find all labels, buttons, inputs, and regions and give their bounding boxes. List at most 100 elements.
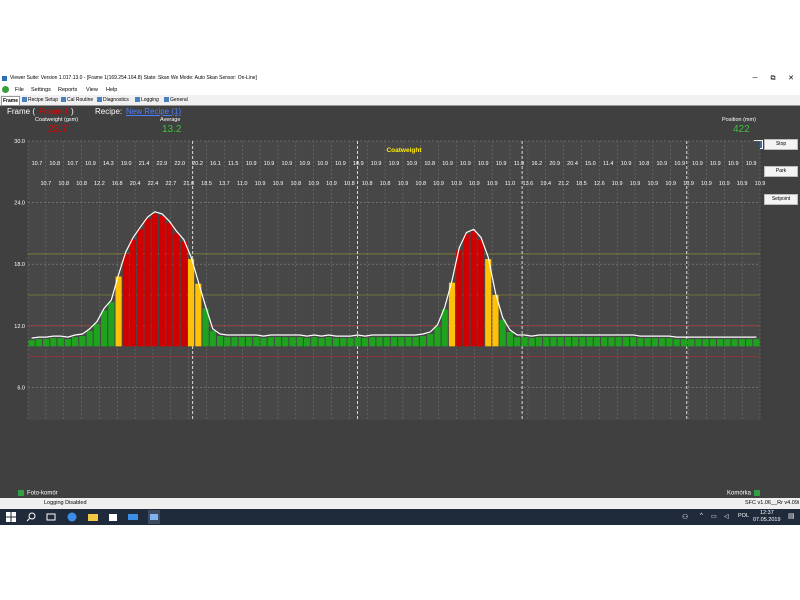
bar [332, 338, 340, 347]
bar [477, 239, 485, 347]
bar [521, 337, 528, 347]
bar [311, 337, 318, 347]
bar [289, 337, 296, 347]
coatweight-chart: 30.024.018.012.06.00.01836547210.710.810… [14, 139, 765, 420]
zone-value-row2: 10.9 [683, 181, 694, 187]
file-explorer-icon[interactable] [88, 512, 98, 522]
zone-value-row2: 10.9 [648, 181, 659, 187]
bar [651, 338, 658, 347]
zone-value-row2: 10.9 [308, 181, 319, 187]
volume-icon[interactable]: ◁ [724, 513, 729, 520]
bar [245, 337, 253, 347]
bar [485, 259, 492, 347]
bar [122, 253, 129, 347]
bar [253, 337, 260, 347]
bar [528, 338, 535, 347]
zone-value-row2: 10.9 [273, 181, 284, 187]
bar [506, 331, 514, 347]
bar [702, 339, 709, 347]
zone-value-row2: 10.9 [433, 181, 444, 187]
zone-value-row2: 10.8 [362, 181, 373, 187]
zone-value-row1: 10.9 [246, 161, 257, 167]
search-icon[interactable] [26, 512, 36, 522]
zone-value-row1: 10.9 [389, 161, 400, 167]
windows-start-icon[interactable] [6, 512, 16, 522]
clock-date[interactable]: 07.05.2019 [753, 517, 781, 523]
people-icon[interactable]: ⚇ [682, 513, 688, 521]
bar [274, 337, 282, 347]
zone-value-row2: 10.9 [255, 181, 266, 187]
bar [564, 337, 572, 347]
bar [238, 337, 245, 347]
bar [354, 337, 361, 347]
zone-value-row2: 12.6 [594, 181, 605, 187]
checkbox-icon[interactable] [754, 490, 761, 496]
bar [43, 339, 50, 347]
bar [296, 337, 303, 347]
foto-komor-indicator[interactable]: Foto-komór [18, 490, 58, 497]
bar [398, 337, 405, 347]
language-indicator[interactable]: POL [738, 513, 749, 519]
task-view-icon[interactable] [46, 512, 56, 522]
chart-title: Coatweight [386, 147, 422, 154]
zone-value-row1: 16.2 [531, 161, 542, 167]
clock-time[interactable]: 12:37 [760, 510, 774, 516]
komorka-indicator[interactable]: Komórka [727, 490, 761, 497]
chevron-up-icon[interactable]: ^ [700, 513, 703, 519]
zone-value-row1: 10.9 [656, 161, 667, 167]
zone-value-row2: 10.8 [415, 181, 426, 187]
logging-status: Logging Disabled [44, 500, 87, 506]
bar [615, 337, 622, 347]
bar [514, 337, 521, 347]
bar [586, 337, 593, 347]
zone-value-row2: 12.2 [94, 181, 105, 187]
zone-value-row2: 21.0 [183, 181, 194, 187]
bar [180, 241, 187, 347]
store-icon[interactable] [108, 512, 118, 522]
bar [101, 310, 108, 347]
zone-value-row1: 10.9 [621, 161, 632, 167]
zone-value-row1: 20.2 [192, 161, 203, 167]
zone-value-row1: 10.9 [282, 161, 293, 167]
zone-value-row1: 10.9 [371, 161, 382, 167]
komorka-label: Komórka [727, 490, 752, 497]
status-bar: Logging Disabled SFC v1.06__Rr v4.09i [0, 498, 800, 509]
zone-value-row2: 10.9 [398, 181, 409, 187]
mail-icon[interactable] [128, 512, 138, 522]
notifications-icon[interactable]: ▤ [788, 512, 795, 520]
bar [187, 259, 195, 347]
checkbox-icon[interactable] [18, 490, 24, 496]
zone-value-row2: 20.4 [130, 181, 141, 187]
zone-value-row1: 21.4 [139, 161, 150, 167]
edge-browser-icon[interactable] [67, 512, 77, 522]
y-tick-label: 12.0 [14, 324, 25, 330]
bar [622, 337, 630, 347]
bar [347, 338, 354, 347]
bar [260, 338, 267, 347]
zone-value-row2: 10.9 [701, 181, 712, 187]
bar [753, 339, 760, 347]
zone-value-row2: 10.8 [290, 181, 301, 187]
zone-value-row1: 14.3 [103, 161, 114, 167]
zone-value-row1: 10.9 [335, 161, 346, 167]
zone-value-row1: 10.8 [424, 161, 435, 167]
bar [688, 339, 695, 347]
bar [412, 337, 419, 347]
network-icon[interactable]: ▭ [711, 513, 717, 520]
bar [72, 337, 79, 347]
zone-value-row1: 10.7 [32, 161, 43, 167]
bar [151, 213, 158, 347]
bar [550, 337, 557, 347]
bar [557, 337, 564, 347]
bar [93, 323, 100, 347]
bar [224, 337, 231, 347]
zone-value-row2: 11.0 [237, 181, 247, 187]
zone-value-row2: 10.9 [326, 181, 337, 187]
bar [383, 337, 390, 347]
zone-value-row1: 19.0 [121, 161, 132, 167]
viewer-suite-taskbar-icon[interactable] [148, 510, 160, 524]
bar [709, 339, 716, 347]
zone-value-row1: 22.9 [157, 161, 168, 167]
bar [130, 239, 137, 347]
bar [158, 215, 166, 347]
